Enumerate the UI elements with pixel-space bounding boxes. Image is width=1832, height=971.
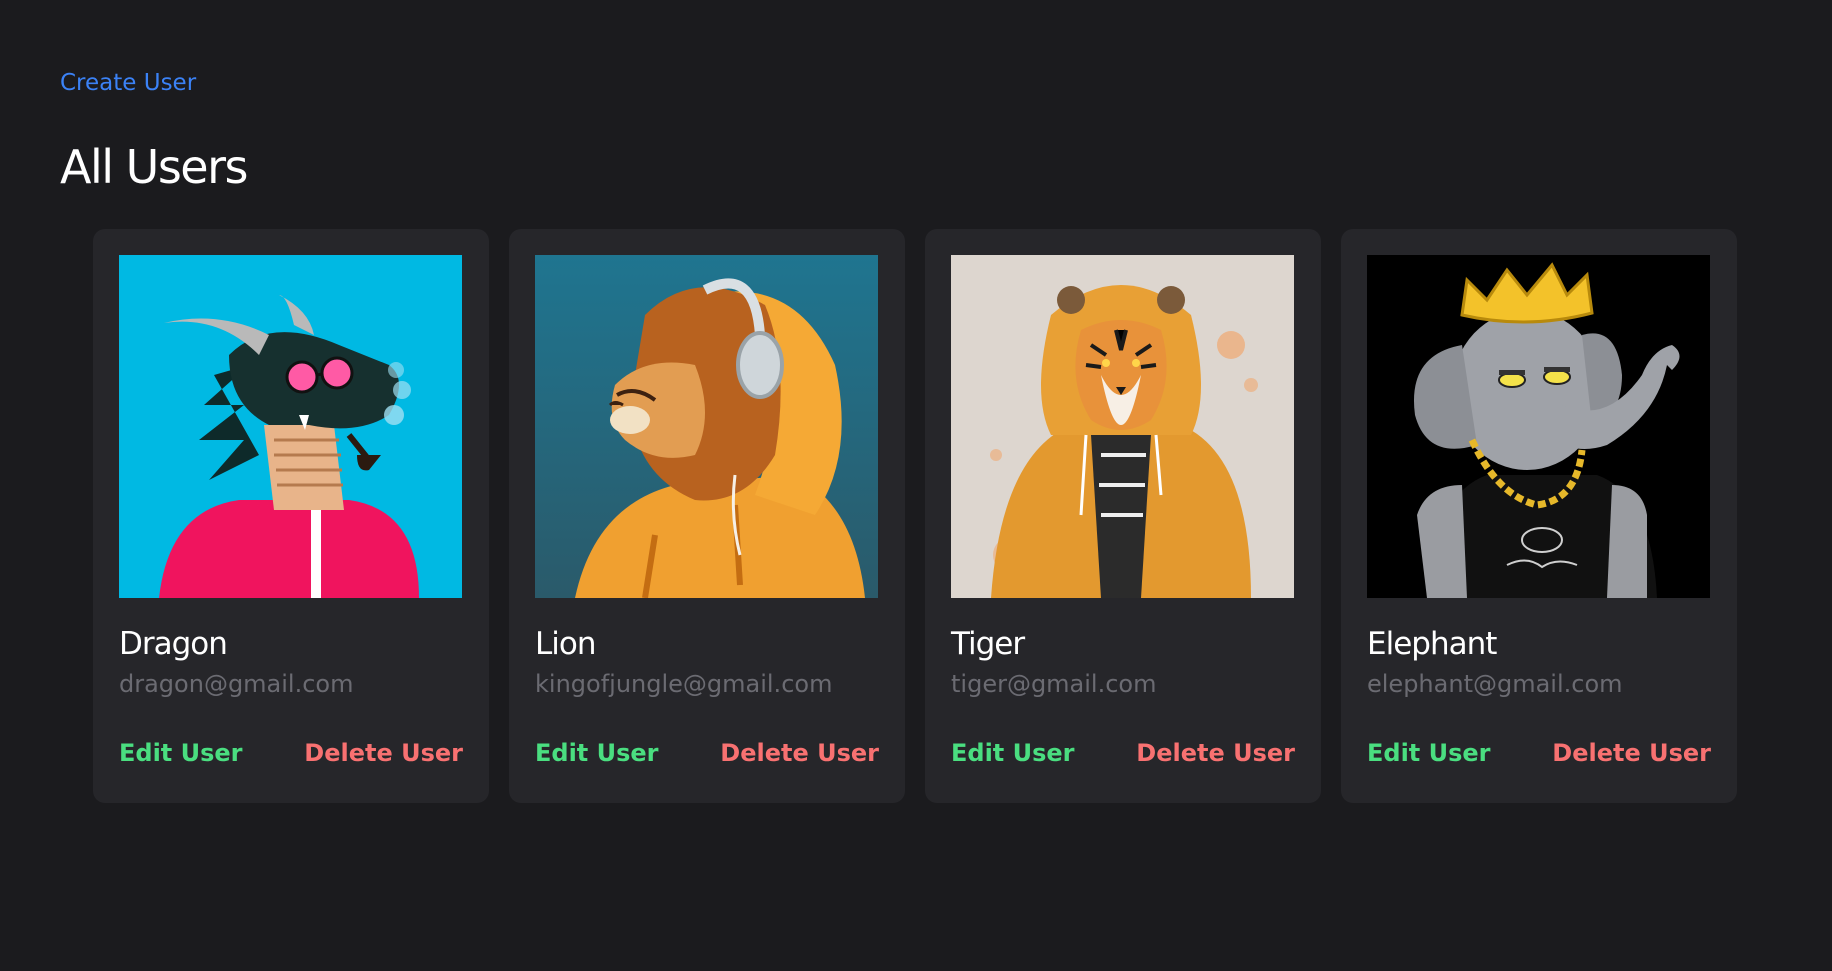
- user-name: Elephant: [1367, 626, 1497, 662]
- delete-user-button[interactable]: Delete User: [1136, 739, 1295, 767]
- user-card: Dragon dragon@gmail.com Edit User Delete…: [93, 229, 489, 803]
- edit-user-button[interactable]: Edit User: [951, 739, 1075, 767]
- user-email: tiger@gmail.com: [951, 670, 1157, 698]
- card-actions: Edit User Delete User: [119, 739, 463, 767]
- user-email: dragon@gmail.com: [119, 670, 354, 698]
- user-card: Lion kingofjungle@gmail.com Edit User De…: [509, 229, 905, 803]
- lion-avatar: [535, 255, 878, 598]
- user-card: Tiger tiger@gmail.com Edit User Delete U…: [925, 229, 1321, 803]
- user-email: elephant@gmail.com: [1367, 670, 1623, 698]
- user-name: Tiger: [951, 626, 1025, 662]
- user-card: Elephant elephant@gmail.com Edit User De…: [1341, 229, 1737, 803]
- delete-user-button[interactable]: Delete User: [720, 739, 879, 767]
- create-user-link[interactable]: Create User: [60, 70, 196, 96]
- tiger-avatar: [951, 255, 1294, 598]
- delete-user-button[interactable]: Delete User: [304, 739, 463, 767]
- page-title: All Users: [60, 140, 248, 194]
- edit-user-button[interactable]: Edit User: [1367, 739, 1491, 767]
- delete-user-button[interactable]: Delete User: [1552, 739, 1711, 767]
- user-card-grid: Dragon dragon@gmail.com Edit User Delete…: [93, 229, 1737, 803]
- dragon-avatar: [119, 255, 462, 598]
- card-actions: Edit User Delete User: [1367, 739, 1711, 767]
- user-name: Lion: [535, 626, 597, 662]
- card-actions: Edit User Delete User: [951, 739, 1295, 767]
- user-name: Dragon: [119, 626, 228, 662]
- edit-user-button[interactable]: Edit User: [535, 739, 659, 767]
- elephant-avatar: [1367, 255, 1710, 598]
- user-email: kingofjungle@gmail.com: [535, 670, 833, 698]
- edit-user-button[interactable]: Edit User: [119, 739, 243, 767]
- card-actions: Edit User Delete User: [535, 739, 879, 767]
- users-page: Create User All Users Dragon dragon@gmai…: [0, 0, 1832, 971]
